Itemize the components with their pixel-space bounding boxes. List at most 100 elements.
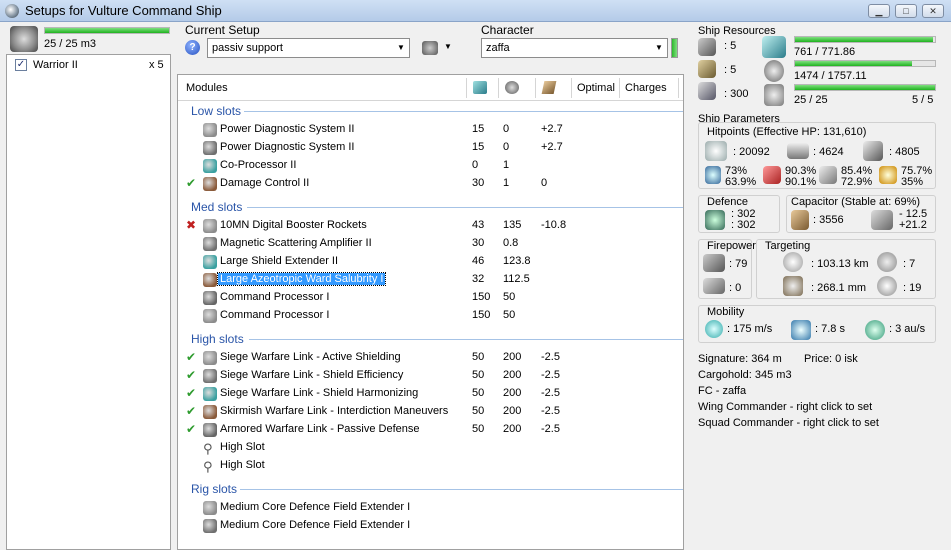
capacitor-column-icon[interactable] [541,81,557,94]
module-powergrid: 50 [503,309,516,321]
module-row[interactable]: Large Azeotropic Ward Salubrity I 32 112.5 [178,271,683,289]
column-modules[interactable]: Modules [186,82,228,94]
module-name: Large Azeotropic Ward Salubrity I [216,272,387,286]
module-name: Power Diagnostic System II [220,123,355,135]
shield-boost-icon [705,210,725,230]
active-check-icon: ✔ [186,422,197,436]
module-cpu: 50 [472,351,485,363]
module-powergrid: 1 [503,159,510,171]
targeting-range: : 103.13 km [811,258,869,270]
module-row[interactable]: ⚲ High Slot [178,439,683,457]
module-icon [203,255,217,269]
turret-hardpoints: : 5 [724,40,737,52]
help-icon[interactable]: ? [185,40,200,55]
module-row[interactable]: Power Diagnostic System II 15 0 +2.7 [178,139,683,157]
module-row[interactable]: ✔ Siege Warfare Link - Active Shielding 50… [178,349,683,367]
cpu-column-icon[interactable] [473,81,487,94]
module-row[interactable]: Medium Core Defence Field Extender I [178,517,683,535]
em-resist-armor: 63.9% [725,176,757,188]
module-cpu: 150 [472,291,491,303]
module-powergrid: 1 [503,177,510,189]
module-row[interactable]: Large Shield Extender II 46 123.8 [178,253,683,271]
drone-list: ✓ Warrior II x 5 [6,54,171,550]
current-setup-select[interactable]: passiv support ▼ [207,38,410,58]
fleet-commander[interactable]: FC - zaffa [698,385,746,397]
turret-dps-icon [703,254,725,272]
module-name: Magnetic Scattering Amplifier II [220,237,372,249]
capacitor-box: Capacitor (Stable at: 69%) : 3556 - 12.5… [786,195,936,233]
module-row[interactable]: ✔ Armored Warfare Link - Passive Defense 5… [178,421,683,439]
squad-commander[interactable]: Squad Commander - right click to set [698,417,879,429]
module-capacitor: +2.7 [541,123,563,135]
drone-list-item[interactable]: ✓ Warrior II x 5 [7,57,170,73]
module-powergrid: 0 [503,141,510,153]
drone-qty: x 5 [149,59,164,71]
module-capacitor: -2.5 [541,423,560,435]
module-row[interactable]: Magnetic Scattering Amplifier II 30 0.8 [178,235,683,253]
capacitor-recharge-icon [871,210,893,230]
module-row[interactable]: ✔ Siege Warfare Link - Shield Harmonizing… [178,385,683,403]
module-cpu: 150 [472,309,491,321]
module-icon [203,159,217,173]
character-value: zaffa [486,42,510,54]
module-row[interactable]: ✔ Skirmish Warfare Link - Interdiction Ma… [178,403,683,421]
module-cpu: 32 [472,273,485,285]
module-cpu: 46 [472,255,485,267]
drone-bandwidth-bar-fill [795,85,935,90]
thermal-resist-icon [763,166,781,184]
module-cpu: 15 [472,123,485,135]
module-row[interactable]: Medium Core Defence Field Extender I [178,499,683,517]
minimize-button[interactable]: ▁ [868,4,890,18]
module-row[interactable]: ⚲ High Slot [178,457,683,475]
cpu-bar [794,36,936,43]
scan-resolution: : 268.1 mm [811,282,867,294]
section-divider [249,339,683,340]
module-icon [203,369,217,383]
module-cpu: 0 [472,159,479,171]
drone-checkbox[interactable]: ✓ [15,59,27,71]
module-name: Medium Core Defence Field Extender I [220,501,411,513]
title-bar: Setups for Vulture Command Ship ▁ □ ✕ [0,0,951,22]
module-capacitor: -2.5 [541,351,560,363]
module-row[interactable]: Power Diagnostic System II 15 0 +2.7 [178,121,683,139]
max-speed: : 175 m/s [727,323,773,335]
module-row[interactable]: Command Processor I 150 50 [178,289,683,307]
active-check-icon: ✔ [186,368,197,382]
column-optimal[interactable]: Optimal [577,82,615,94]
cpu-usage: 761 / 771.86 [794,46,856,58]
module-capacitor: -2.5 [541,369,560,381]
drone-bay-usage: 25 / 25 m3 [44,38,96,50]
column-charges[interactable]: Charges [625,82,667,94]
module-row[interactable]: ✔ Damage Control II 30 1 0 [178,175,683,193]
maximize-button[interactable]: □ [895,4,917,18]
powergrid-usage: 1474 / 1757.11 [794,70,867,82]
module-name: Siege Warfare Link - Shield Harmonizing [220,387,419,399]
align-time-icon [791,320,811,340]
capacitor-title: Capacitor (Stable at: 69%) [791,196,921,208]
module-row[interactable]: Command Processor I 150 50 [178,307,683,325]
drone-count: 5 / 5 [912,94,934,106]
low-slots-title: Low slots [191,104,242,118]
powergrid-column-icon[interactable] [505,81,519,94]
module-row[interactable]: ✖ 10MN Digital Booster Rockets 43 135 -10.8 [178,217,683,235]
module-name: Co-Processor II [220,159,297,171]
firepower-box: Firepower : 79 : 0 [698,239,756,299]
module-icon [203,219,217,233]
module-powergrid: 200 [503,351,522,363]
targeting-box: Targeting : 103.13 km : 7 : 268.1 mm : 1… [756,239,936,299]
module-row[interactable]: ✔ Siege Warfare Link - Shield Efficiency 5… [178,367,683,385]
character-select[interactable]: zaffa ▼ [481,38,668,58]
fit-tools-button[interactable]: ▼ [420,40,454,56]
armor-icon [787,143,809,159]
module-icon [203,291,217,305]
calibration-icon [698,82,716,100]
drone-bay-icon [10,26,38,52]
module-cpu: 50 [472,423,485,435]
module-powergrid: 0.8 [503,237,519,249]
module-name: Medium Core Defence Field Extender I [220,519,411,531]
wing-commander[interactable]: Wing Commander - right click to set [698,401,872,413]
max-targets: : 7 [903,258,916,270]
module-row[interactable]: Co-Processor II 0 1 [178,157,683,175]
thermal-resist-armor: 90.1% [785,176,817,188]
close-button[interactable]: ✕ [922,4,944,18]
